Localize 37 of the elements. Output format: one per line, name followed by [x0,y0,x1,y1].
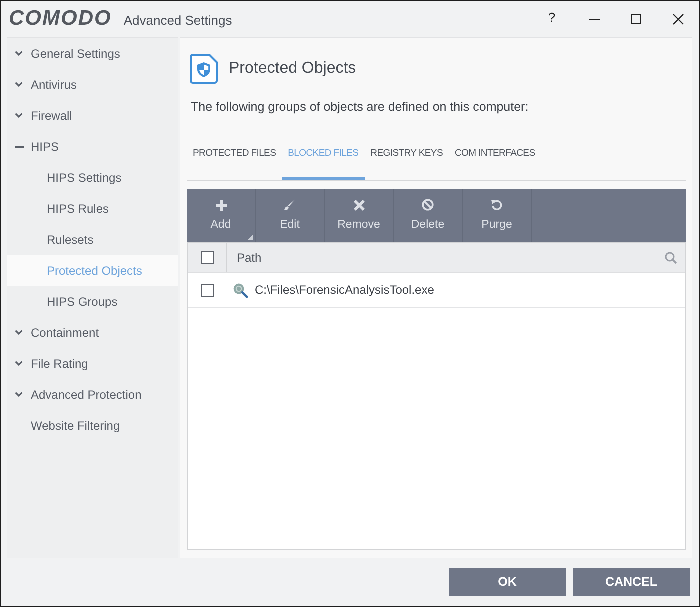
sidebar-item[interactable]: Advanced Protection [7,379,178,410]
window-title: Advanced Settings [124,13,232,28]
column-header[interactable]: Path [226,243,657,272]
minimize-icon[interactable] [588,18,600,20]
maximize-icon[interactable] [631,14,641,24]
dropdown-corner-icon[interactable] [248,235,253,240]
tab[interactable]: COM INTERFACES [448,130,542,180]
help-button[interactable]: ? [548,10,556,24]
brush-icon [284,199,296,211]
shield-document-icon [190,54,218,84]
sidebar-item[interactable]: Antivirus [7,69,178,100]
sidebar-item[interactable]: General Settings [7,38,178,69]
sidebar-item[interactable]: Containment [7,317,178,348]
sidebar-item[interactable]: File Rating [7,348,178,379]
app-logo: COMODO [9,7,112,31]
sidebar-item[interactable]: Website Filtering [7,410,178,441]
row-checkbox[interactable] [200,284,214,296]
tab[interactable]: PROTECTED FILES [187,130,282,180]
sidebar-subitem[interactable]: HIPS Settings [7,162,178,193]
sidebar-subitem[interactable]: Rulesets [7,224,178,255]
tab[interactable]: REGISTRY KEYS [364,130,449,180]
footer-button[interactable]: OK [449,568,566,596]
cross-icon [354,200,364,210]
sidebar-item[interactable]: Firewall [7,100,178,131]
sidebar-item[interactable]: HIPS [7,131,178,162]
close-icon[interactable] [672,14,684,24]
prohibited-icon [422,199,434,211]
magnifier-icon [233,282,248,298]
sidebar-subitem[interactable]: HIPS Rules [7,193,178,224]
plus-icon [216,200,226,210]
rotate-arrow-icon [491,199,503,211]
sidebar-subitem[interactable]: HIPS Groups [7,286,178,317]
panel-title: Protected Objects [229,60,356,78]
footer-button[interactable]: CANCEL [573,568,690,596]
panel-description: The following groups of objects are defined on this computer: [191,99,530,115]
table-cell: C:\Files\ForensicAnalysisTool.exe [255,283,434,297]
select-all-checkbox[interactable] [200,251,214,264]
